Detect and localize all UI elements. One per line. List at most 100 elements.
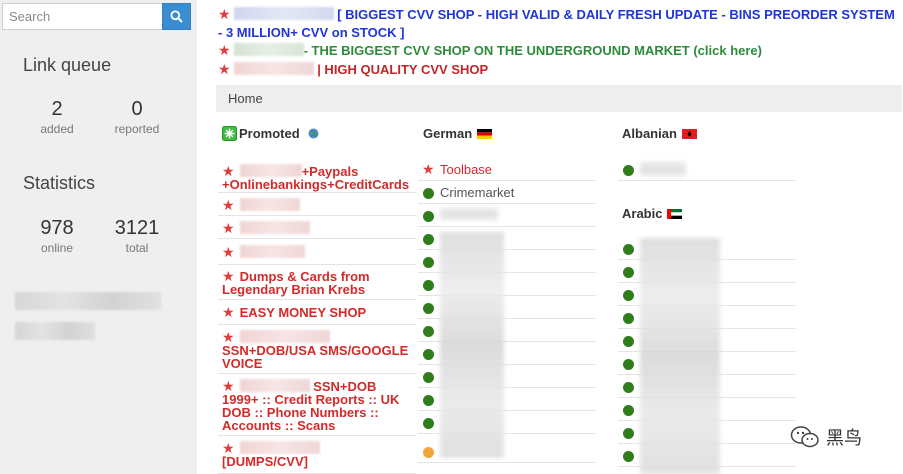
german-flag-icon (477, 128, 493, 139)
promoted-item-label: SSN+DOB/USA SMS/GOOGLE VOICE (222, 343, 409, 371)
online-status-icon (423, 326, 434, 337)
total-label: total (125, 241, 149, 255)
promoted-item-label: EASY MONEY SHOP (239, 305, 367, 320)
search-bar (2, 3, 191, 30)
column-german-title: German (423, 126, 473, 141)
online-status-icon (623, 336, 634, 347)
star-icon: ★ (222, 197, 235, 213)
redacted-shop-name (233, 62, 314, 75)
star-icon: ★ (222, 244, 235, 260)
sidebar: Link queue 2 added 0 reported Statistics… (0, 0, 197, 474)
albanian-flag-icon (681, 128, 697, 139)
online-stat: 978 online (22, 216, 92, 256)
german-item-label: Crimemarket (440, 185, 515, 200)
online-status-icon (623, 267, 634, 278)
redacted-link (15, 322, 95, 340)
column-albanian-title: Albanian (622, 126, 677, 141)
redacted-shop-name (239, 198, 300, 211)
watermark: 黑鸟 (790, 424, 862, 450)
redacted-link (15, 292, 161, 310)
total-stat: 3121 total (102, 216, 172, 256)
away-status-icon (423, 447, 434, 458)
search-icon (170, 10, 183, 23)
star-icon: ★ (218, 61, 231, 77)
search-button[interactable] (162, 3, 191, 30)
reported-count: 0 (131, 98, 143, 120)
star-icon: ★ (222, 220, 235, 236)
redacted-links (640, 238, 720, 474)
list-item[interactable]: ★ (218, 240, 416, 265)
online-status-icon (423, 280, 434, 291)
online-status-icon (423, 188, 434, 199)
redacted-shop-name (233, 7, 334, 20)
online-status-icon (423, 418, 434, 429)
list-item[interactable]: Crimemarket (418, 181, 596, 204)
online-status-icon (423, 234, 434, 245)
promoted-item-label: [DUMPS/CVV] (222, 454, 308, 469)
ad-text: | HIGH QUALITY CVV SHOP (317, 62, 489, 77)
ad-text: - THE BIGGEST CVV SHOP ON THE UNDERGROUN… (303, 43, 762, 58)
redacted-link (440, 208, 498, 220)
online-status-icon (423, 395, 434, 406)
reported-label: reported (114, 122, 160, 136)
online-status-icon (623, 290, 634, 301)
redacted-shop-name (233, 43, 304, 56)
list-item[interactable]: ★ Toolbase (418, 158, 596, 181)
list-item[interactable]: ★ SSN+DOB/USA SMS/GOOGLE VOICE (218, 326, 416, 374)
added-stat: 2 added (22, 97, 92, 137)
column-german-header: German (423, 126, 493, 141)
promoted-item-label: Dumps & Cards from Legendary Brian Krebs (222, 269, 370, 297)
column-arabic-header: Arabic (622, 206, 683, 221)
online-status-icon (623, 428, 634, 439)
statistics-title: Statistics (23, 173, 96, 193)
online-status-icon (423, 303, 434, 314)
online-status-icon (623, 313, 634, 324)
redacted-links (440, 232, 504, 458)
online-status-icon (623, 165, 634, 176)
added-count: 2 (51, 98, 63, 120)
redacted-shop-name (239, 245, 305, 258)
online-status-icon (423, 349, 434, 360)
ad-banner-1[interactable]: ★ [ BIGGEST CVV SHOP - HIGH VALID & DAIL… (218, 5, 898, 42)
ad-banner-3[interactable]: ★ | HIGH QUALITY CVV SHOP (218, 60, 488, 79)
column-promoted-header: Promoted (222, 126, 319, 141)
online-status-icon (623, 451, 634, 462)
reported-stat: 0 reported (102, 97, 172, 137)
arabic-flag-icon (667, 208, 683, 219)
star-icon: ★ (218, 42, 231, 58)
wechat-icon (790, 426, 819, 448)
redacted-shop-name (239, 221, 310, 234)
online-status-icon (623, 382, 634, 393)
online-status-icon (623, 359, 634, 370)
list-item[interactable]: ★ EASY MONEY SHOP (218, 301, 416, 325)
redacted-shop-name (239, 441, 320, 454)
column-albanian-header: Albanian (622, 126, 697, 141)
list-item[interactable]: ★ SSN+DOB 1999+ :: Credit Reports :: UK … (218, 375, 416, 436)
total-count: 3121 (114, 217, 160, 239)
link-queue-title: Link queue (23, 55, 112, 75)
redacted-link (640, 162, 686, 176)
breadcrumb: Home (216, 85, 902, 112)
star-icon: ★ (422, 161, 435, 177)
ad-banner-2[interactable]: ★ - THE BIGGEST CVV SHOP ON THE UNDERGROU… (218, 41, 762, 60)
search-input[interactable] (2, 3, 162, 30)
list-item[interactable]: ★ (218, 217, 416, 239)
star-icon: ★ (218, 6, 231, 22)
sparkle-icon (222, 126, 237, 141)
list-item[interactable]: ★ [DUMPS/CVV] (218, 437, 416, 474)
online-label: online (40, 241, 74, 255)
redacted-shop-name (239, 330, 330, 343)
german-item-label: Toolbase (440, 162, 493, 177)
online-status-icon (623, 244, 634, 255)
online-status-icon (423, 211, 434, 222)
online-count: 978 (40, 217, 74, 239)
online-status-icon (423, 257, 434, 268)
redacted-shop-name (239, 379, 310, 392)
watermark-text: 黑鸟 (826, 428, 862, 449)
list-item[interactable]: ★ Dumps & Cards from Legendary Brian Kreb… (218, 266, 416, 300)
breadcrumb-home[interactable]: Home (228, 91, 263, 106)
online-status-icon (423, 372, 434, 383)
online-status-icon (623, 405, 634, 416)
list-item[interactable]: ★ (218, 194, 416, 216)
list-item[interactable]: ★ +Paypals +Onlinebankings+CreditCards (218, 160, 416, 193)
